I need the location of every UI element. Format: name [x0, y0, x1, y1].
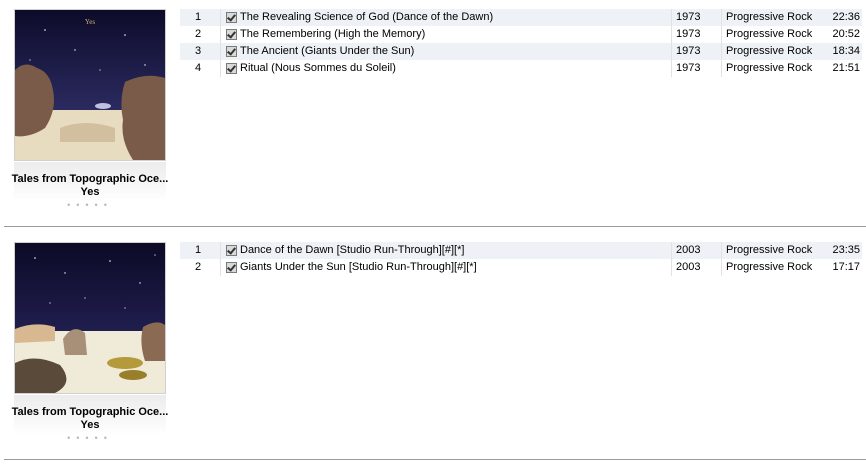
track-checkbox[interactable]: [226, 245, 237, 256]
album-cover[interactable]: [14, 242, 166, 394]
column-divider: [671, 242, 672, 259]
album-title[interactable]: Tales from Topographic Oce...: [0, 406, 180, 418]
track-year: 1973: [676, 45, 701, 57]
column-divider: [671, 26, 672, 43]
album-divider: [4, 459, 866, 460]
track-checkbox[interactable]: [226, 63, 237, 74]
album-cover-art: [15, 243, 165, 393]
album-artist[interactable]: Yes: [0, 186, 180, 198]
column-divider: [220, 26, 221, 43]
track-row[interactable]: 2 Giants Under the Sun [Studio Run-Throu…: [180, 259, 862, 276]
column-divider: [671, 43, 672, 60]
column-divider: [721, 9, 722, 26]
column-divider: [220, 43, 221, 60]
cover-logo-text: Yes: [85, 18, 95, 26]
track-time: 18:34: [832, 45, 860, 57]
track-name: Ritual (Nous Sommes du Soleil): [240, 62, 396, 74]
track-year: 1973: [676, 11, 701, 23]
track-time: 20:52: [832, 28, 860, 40]
column-divider: [721, 242, 722, 259]
track-checkbox[interactable]: [226, 29, 237, 40]
album-group: Tales from Topographic Oce... Yes ••••• …: [0, 233, 866, 460]
column-divider: [671, 60, 672, 77]
column-divider: [721, 259, 722, 276]
track-number: 3: [194, 45, 202, 57]
album-cover-art: Yes: [15, 10, 165, 160]
track-checkbox[interactable]: [226, 262, 237, 273]
track-row[interactable]: 2 The Remembering (High the Memory) 1973…: [180, 26, 862, 43]
track-name: Giants Under the Sun [Studio Run-Through…: [240, 261, 477, 273]
column-divider: [220, 242, 221, 259]
track-checkbox[interactable]: [226, 46, 237, 57]
track-list: 1 Dance of the Dawn [Studio Run-Through]…: [180, 242, 862, 276]
album-title[interactable]: Tales from Topographic Oce...: [0, 173, 180, 185]
column-divider: [220, 259, 221, 276]
track-checkbox[interactable]: [226, 12, 237, 23]
track-name: Dance of the Dawn [Studio Run-Through][#…: [240, 244, 465, 256]
track-time: 22:36: [832, 11, 860, 23]
track-number: 2: [194, 28, 202, 40]
track-year: 2003: [676, 261, 701, 273]
track-row[interactable]: 3 The Ancient (Giants Under the Sun) 197…: [180, 43, 862, 60]
track-list: 1 The Revealing Science of God (Dance of…: [180, 9, 862, 77]
column-divider: [671, 9, 672, 26]
track-number: 4: [194, 62, 202, 74]
track-time: 17:17: [832, 261, 860, 273]
album-artist[interactable]: Yes: [0, 419, 180, 431]
track-number: 2: [194, 261, 202, 273]
track-year: 1973: [676, 62, 701, 74]
track-row[interactable]: 4 Ritual (Nous Sommes du Soleil) 1973 Pr…: [180, 60, 862, 77]
column-divider: [721, 43, 722, 60]
track-name: The Ancient (Giants Under the Sun): [240, 45, 415, 57]
track-row[interactable]: 1 The Revealing Science of God (Dance of…: [180, 9, 862, 26]
column-divider: [220, 60, 221, 77]
track-number: 1: [194, 244, 202, 256]
track-time: 23:35: [832, 244, 860, 256]
track-time: 21:51: [832, 62, 860, 74]
track-name: The Revealing Science of God (Dance of t…: [240, 11, 494, 23]
album-rating[interactable]: •••••: [0, 200, 180, 210]
column-divider: [721, 60, 722, 77]
track-row[interactable]: 1 Dance of the Dawn [Studio Run-Through]…: [180, 242, 862, 259]
track-year: 2003: [676, 244, 701, 256]
track-number: 1: [194, 11, 202, 23]
album-rating[interactable]: •••••: [0, 433, 180, 443]
album-cover[interactable]: Yes: [14, 9, 166, 161]
column-divider: [721, 26, 722, 43]
album-divider: [4, 226, 866, 227]
column-divider: [220, 9, 221, 26]
track-name: The Remembering (High the Memory): [240, 28, 426, 40]
column-divider: [671, 259, 672, 276]
track-year: 1973: [676, 28, 701, 40]
album-group: Yes Tales from Topographic Oce... Yes ••…: [0, 0, 866, 227]
